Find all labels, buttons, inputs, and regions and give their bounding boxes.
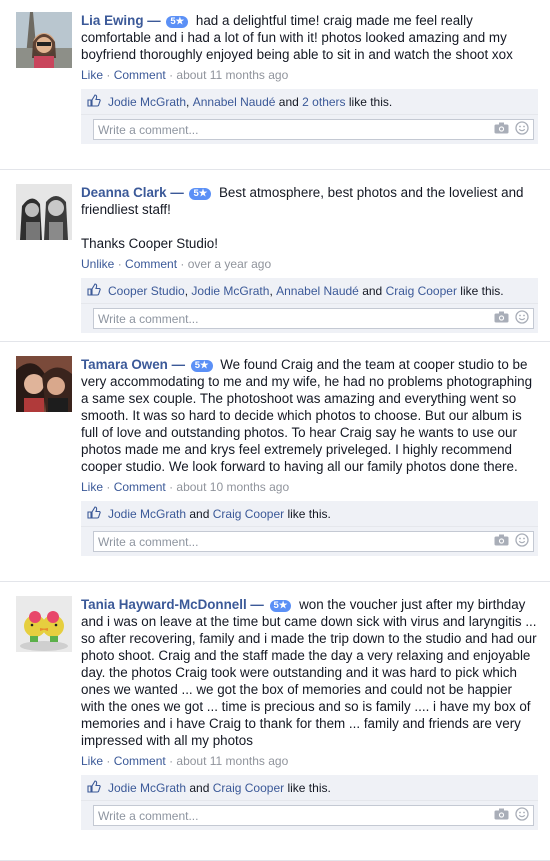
- comment-input[interactable]: Write a comment...: [93, 308, 534, 329]
- review-text: had a delightful time! craig made me fee…: [81, 13, 513, 62]
- comment-link[interactable]: Comment: [125, 257, 177, 271]
- thumbs-up-icon: [87, 282, 101, 299]
- like-link[interactable]: Like: [81, 68, 103, 82]
- timestamp[interactable]: over a year ago: [188, 257, 271, 271]
- liker-name[interactable]: Annabel Naudé: [193, 95, 276, 109]
- comment-link[interactable]: Comment: [114, 480, 166, 494]
- avatar[interactable]: [16, 184, 72, 240]
- unlike-link[interactable]: Unlike: [81, 257, 114, 271]
- liker-name[interactable]: Craig Cooper: [386, 284, 457, 298]
- thumbs-up-icon: [87, 779, 101, 796]
- liker-name[interactable]: Jodie McGrath: [191, 284, 269, 298]
- camera-icon[interactable]: [494, 808, 509, 823]
- likes-bar: Jodie McGrath and Craig Cooper like this…: [81, 775, 538, 800]
- comment-link[interactable]: Comment: [114, 68, 166, 82]
- liker-name[interactable]: Jodie McGrath: [108, 781, 186, 795]
- rating-badge: 5★: [269, 600, 292, 612]
- timestamp[interactable]: about 11 months ago: [176, 68, 288, 82]
- camera-icon[interactable]: [494, 122, 509, 137]
- avatar[interactable]: [16, 596, 72, 652]
- comment-input[interactable]: Write a comment...: [93, 805, 534, 826]
- reviewer-name[interactable]: Tania Hayward-McDonnell: [81, 597, 247, 612]
- timestamp[interactable]: about 11 months ago: [176, 754, 288, 768]
- liker-name[interactable]: Jodie McGrath: [108, 507, 186, 521]
- review-item: Lia Ewing — 5★ had a delightful time! cr…: [0, 0, 550, 170]
- rating-badge: 5★: [166, 16, 189, 28]
- reviewer-name[interactable]: Deanna Clark: [81, 185, 167, 200]
- likes-bar: Jodie McGrath and Craig Cooper like this…: [81, 501, 538, 526]
- review-item: Tania Hayward-McDonnell — 5★ won the vou…: [0, 584, 550, 861]
- rating-badge: 5★: [190, 360, 213, 372]
- reviewer-name[interactable]: Tamara Owen: [81, 357, 168, 372]
- liker-name[interactable]: Craig Cooper: [213, 781, 284, 795]
- liker-name[interactable]: Craig Cooper: [213, 507, 284, 521]
- comment-link[interactable]: Comment: [114, 754, 166, 768]
- review-text: We found Craig and the team at cooper st…: [81, 357, 533, 474]
- emoji-icon[interactable]: [515, 533, 529, 550]
- review-text-paragraph: Thanks Cooper Studio!: [81, 236, 218, 251]
- like-link[interactable]: Like: [81, 754, 103, 768]
- review-text: won the voucher just after my birthday a…: [81, 597, 537, 748]
- comment-input[interactable]: Write a comment...: [93, 531, 534, 552]
- review-item: Deanna Clark — 5★ Best atmosphere, best …: [0, 172, 550, 342]
- camera-icon[interactable]: [494, 311, 509, 326]
- emoji-icon[interactable]: [515, 807, 529, 824]
- avatar[interactable]: [16, 356, 72, 412]
- thumbs-up-icon: [87, 505, 101, 522]
- liker-name[interactable]: Cooper Studio: [108, 284, 185, 298]
- likes-bar: Cooper Studio, Jodie McGrath, Annabel Na…: [81, 278, 538, 303]
- like-link[interactable]: Like: [81, 480, 103, 494]
- liker-name[interactable]: Jodie McGrath: [108, 95, 186, 109]
- avatar[interactable]: [16, 12, 72, 68]
- likers-more-link[interactable]: 2 others: [302, 95, 345, 109]
- reviewer-name[interactable]: Lia Ewing: [81, 13, 144, 28]
- thumbs-up-icon: [87, 93, 101, 110]
- likes-bar: Jodie McGrath, Annabel Naudé and 2 other…: [81, 89, 538, 114]
- rating-badge: 5★: [189, 188, 212, 200]
- emoji-icon[interactable]: [515, 121, 529, 138]
- comment-input[interactable]: Write a comment...: [93, 119, 534, 140]
- review-item: Tamara Owen — 5★ We found Craig and the …: [0, 344, 550, 582]
- liker-name[interactable]: Annabel Naudé: [276, 284, 359, 298]
- timestamp[interactable]: about 10 months ago: [176, 480, 289, 494]
- camera-icon[interactable]: [494, 534, 509, 549]
- emoji-icon[interactable]: [515, 310, 529, 327]
